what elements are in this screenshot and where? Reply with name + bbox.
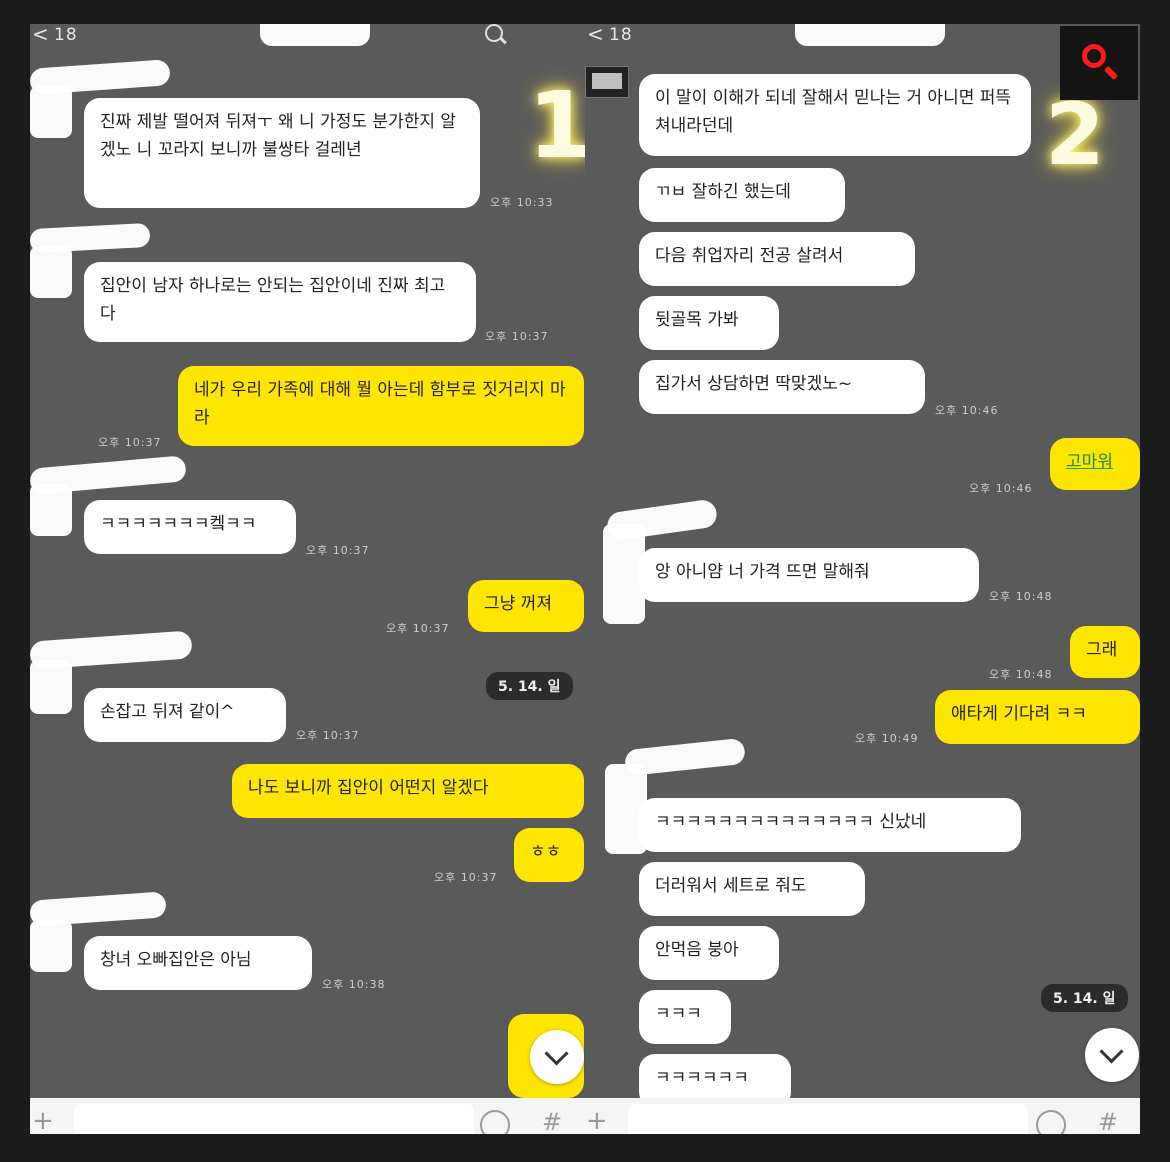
message-bubble-mine: 그래 (1070, 626, 1140, 678)
search-icon[interactable] (485, 24, 507, 46)
message-bubble: 더러워서 세트로 줘도 (639, 862, 865, 916)
message-bubble: 다음 취업자리 전공 살려서 (639, 232, 915, 286)
chat-panel-left: < 18 1 진짜 제발 떨어져 뒤져ㅜ 왜 니 가정도 분가한지 알겠노 니 … (30, 24, 585, 1134)
emoji-icon[interactable] (480, 1110, 510, 1134)
chat-header: < 18 (30, 24, 585, 46)
hash-icon[interactable]: # (1098, 1108, 1118, 1134)
message-bubble-mine: 그냥 꺼져 (468, 580, 584, 632)
message-time: 오후 10:37 (98, 436, 162, 449)
chevron-down-icon (1099, 1039, 1124, 1064)
message-time: 오후 10:37 (434, 871, 498, 884)
message-bubble: 진짜 제발 떨어져 뒤져ㅜ 왜 니 가정도 분가한지 알겠노 니 꼬라지 보니까… (84, 98, 480, 208)
scroll-down-button[interactable] (1085, 1028, 1139, 1082)
plus-icon[interactable]: + (586, 1108, 608, 1134)
message-bubble: 뒷골목 가봐 (639, 296, 779, 350)
message-bubble: 손잡고 뒤져 같이^ (84, 688, 286, 742)
message-bubble-mine: ㅎㅎ (514, 828, 584, 882)
plus-icon[interactable]: + (32, 1108, 54, 1134)
message-time: 오후 10:48 (989, 668, 1053, 681)
hash-icon[interactable]: # (542, 1108, 562, 1134)
message-bubble: 이 말이 이해가 되네 잘해서 믿나는 거 아니면 퍼뜩 쳐내라던데 (639, 74, 1031, 156)
message-bubble: ㅋㅋㅋ (639, 990, 731, 1044)
chat-header: < 18 (585, 24, 1140, 46)
message-input-bar: + # + # (30, 1098, 1140, 1134)
date-chip: 5. 14. 일 (486, 672, 573, 700)
chat-panel-right: < 18 이 말이 이해가 되네 잘해서 믿나는 거 아니면 퍼뜩 쳐내라던데 … (585, 24, 1140, 1134)
zoom-search-button[interactable] (1060, 26, 1138, 100)
message-bubble: 안먹음 붕아 (639, 926, 779, 980)
chevron-down-icon (544, 1041, 569, 1066)
message-time: 오후 10:37 (296, 729, 360, 742)
message-bubble: 앙 아니얌 너 가격 뜨면 말해줘 (639, 548, 979, 602)
screenshot-collage: < 18 1 진짜 제발 떨어져 뒤져ㅜ 왜 니 가정도 분가한지 알겠노 니 … (30, 24, 1140, 1134)
back-button[interactable]: < (587, 24, 604, 44)
message-time: 오후 10:37 (306, 544, 370, 557)
redacted-chat-title (260, 24, 370, 46)
member-count: 18 (609, 25, 633, 45)
redacted-avatar (30, 660, 72, 714)
date-chip: 5. 14. 일 (1041, 984, 1128, 1012)
message-time: 오후 10:37 (485, 330, 549, 343)
message-time: 오후 10:38 (322, 978, 386, 991)
message-input[interactable] (628, 1104, 1028, 1134)
sender-avatar (585, 66, 629, 98)
message-bubble-mine: 고마워 (1050, 438, 1140, 490)
message-bubble: ㄲㅂ 잘하긴 했는데 (639, 168, 845, 222)
back-button[interactable]: < (32, 24, 49, 44)
message-time: 오후 10:49 (855, 732, 919, 745)
message-bubble: ㅋㅋㅋㅋㅋㅋㅋㅋㅋㅋㅋㅋㅋㅋ 신났네 (639, 798, 1021, 852)
redacted-avatar (30, 920, 72, 972)
redacted-chat-title (795, 24, 945, 46)
image-number-overlay: 2 (1045, 85, 1105, 185)
message-time: 오후 10:46 (935, 404, 999, 417)
redacted-avatar (30, 484, 72, 536)
message-bubble-mine: 네가 우리 가족에 대해 뭘 아는데 함부로 짓거리지 마라 (178, 366, 584, 446)
message-bubble: 집안이 남자 하나로는 안되는 집안이네 진짜 최고다 (84, 262, 476, 342)
message-bubble: 창녀 오빠집안은 아님 (84, 936, 312, 990)
message-text: 고마워 (1066, 452, 1113, 472)
message-time: 오후 10:33 (490, 196, 554, 209)
message-bubble-mine: 애타게 기다려 ㅋㅋ (935, 690, 1140, 744)
message-bubble: ㅋㅋㅋㅋㅋㅋㅋ켘ㅋㅋ (84, 500, 296, 554)
image-number-overlay: 1 (528, 72, 585, 179)
message-input[interactable] (74, 1104, 474, 1134)
member-count: 18 (54, 25, 78, 45)
message-bubble: 집가서 상담하면 딱맞겠노~ (639, 360, 925, 414)
scroll-down-button[interactable] (530, 1030, 584, 1084)
zoom-search-icon (1082, 44, 1106, 68)
message-time: 오후 10:37 (386, 622, 450, 635)
redacted-avatar (30, 86, 72, 138)
emoji-icon[interactable] (1036, 1110, 1066, 1134)
message-time: 오후 10:48 (989, 590, 1053, 603)
redacted-avatar (30, 246, 72, 298)
message-bubble-mine: 나도 보니까 집안이 어떤지 알겠다 (232, 764, 584, 818)
message-time: 오후 10:46 (969, 482, 1033, 495)
